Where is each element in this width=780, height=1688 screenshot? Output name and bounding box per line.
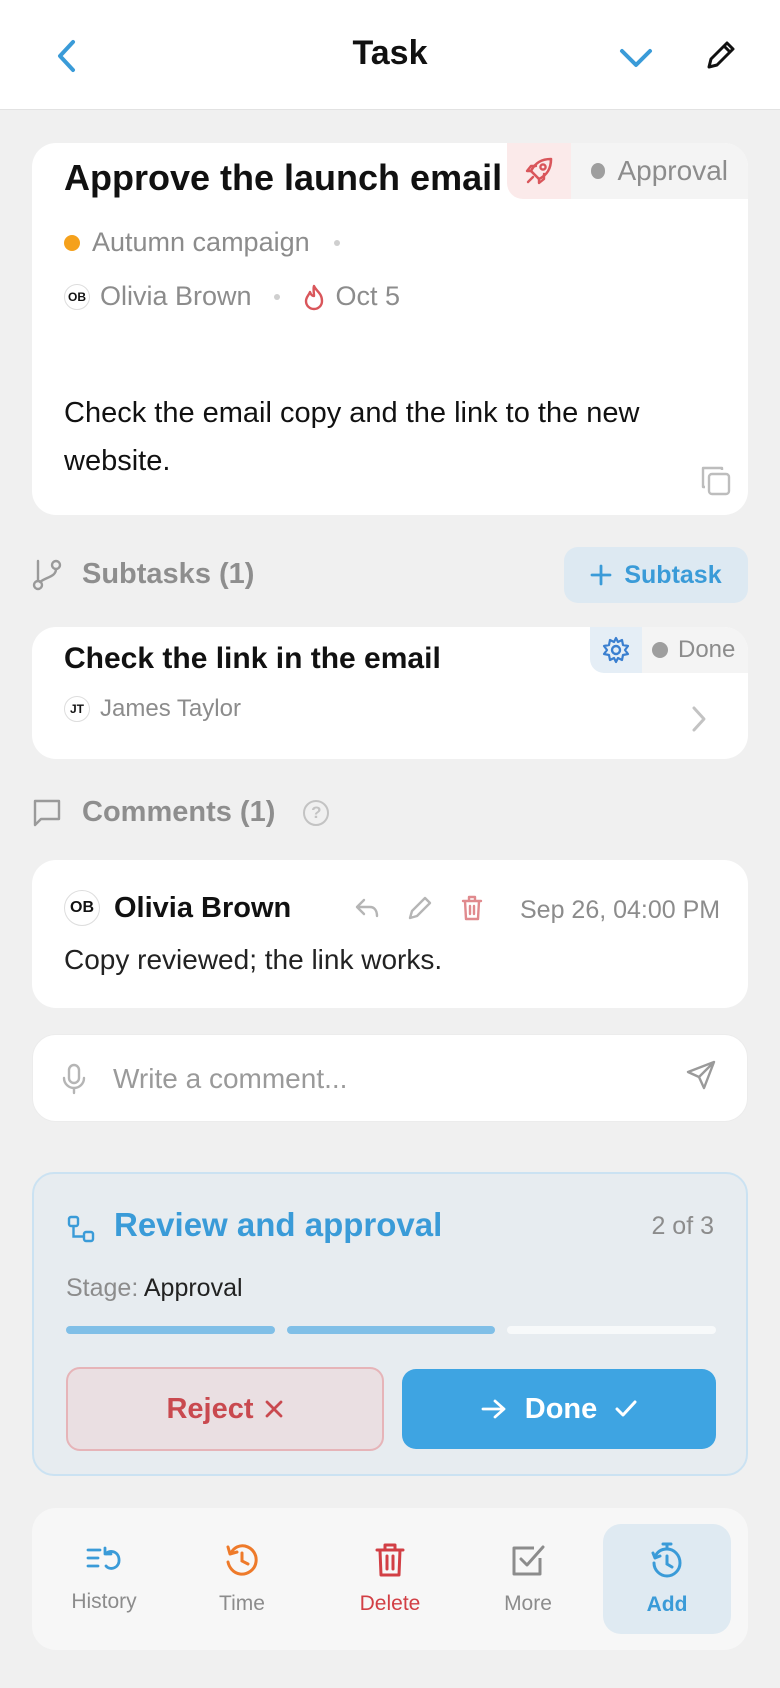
task-status-chip[interactable]: Approval bbox=[507, 143, 748, 199]
page-title: Task bbox=[352, 34, 428, 72]
stage-value: Approval bbox=[143, 1274, 243, 1302]
top-bar: Task bbox=[0, 0, 780, 110]
status-badge[interactable]: Done bbox=[642, 627, 748, 673]
toolbar-label: Add bbox=[646, 1593, 688, 1616]
add-subtask-label: Subtask bbox=[624, 560, 722, 589]
bottom-toolbar: History Time Delete More Add bbox=[32, 1508, 748, 1650]
chevron-right-icon bbox=[692, 706, 706, 732]
task-assignee-row: OB Olivia Brown Oct 5 bbox=[64, 281, 400, 312]
add-subtask-button[interactable]: Subtask bbox=[564, 547, 748, 603]
workflow-step bbox=[507, 1326, 717, 1334]
comment-input[interactable] bbox=[113, 1055, 673, 1103]
comments-heading: Comments (1) bbox=[82, 796, 276, 828]
history-list-icon bbox=[86, 1546, 121, 1570]
toolbar-time[interactable]: Time bbox=[178, 1524, 306, 1634]
rocket-icon bbox=[525, 157, 553, 185]
close-icon bbox=[265, 1400, 282, 1418]
project-name: Autumn campaign bbox=[92, 227, 310, 257]
subtask-card[interactable]: Check the link in the email JT James Tay… bbox=[32, 627, 748, 759]
stage-label: Stage: bbox=[66, 1274, 139, 1302]
comment-author-name: Olivia Brown bbox=[114, 891, 292, 924]
reject-label: Reject bbox=[166, 1392, 254, 1425]
check-icon bbox=[615, 1400, 637, 1417]
comment-composer bbox=[32, 1034, 748, 1122]
status-dot bbox=[591, 163, 606, 179]
comment-card: OB Olivia Brown Sep 26, 04:00 PM Copy re… bbox=[32, 860, 748, 1008]
comment-actions bbox=[354, 894, 484, 922]
status-dot bbox=[652, 642, 668, 658]
status-badge[interactable]: Approval bbox=[571, 143, 748, 199]
task-card: Approve the launch email Approval Autumn… bbox=[32, 143, 748, 515]
comments-header: Comments (1) ? bbox=[32, 796, 330, 829]
toolbar-add[interactable]: Add bbox=[603, 1524, 731, 1634]
toolbar-label: More bbox=[504, 1592, 552, 1615]
workflow-step-bar bbox=[66, 1326, 717, 1334]
comment-icon bbox=[33, 799, 61, 826]
workflow-step bbox=[286, 1326, 496, 1334]
toolbar-delete[interactable]: Delete bbox=[326, 1524, 454, 1634]
task-description: Check the email copy and the link to the… bbox=[64, 397, 640, 477]
avatar: OB bbox=[64, 283, 90, 310]
reply-icon[interactable] bbox=[354, 896, 380, 920]
comment-text: Copy reviewed; the link works. bbox=[64, 944, 443, 975]
separator-dot bbox=[333, 239, 340, 246]
workflow-title: Review and approval bbox=[114, 1206, 443, 1243]
subtasks-header: Subtasks (1) bbox=[32, 558, 254, 591]
checkbox-icon bbox=[512, 1545, 545, 1576]
workflow-step bbox=[66, 1326, 275, 1334]
trash-icon bbox=[375, 1543, 405, 1577]
collapse-button[interactable] bbox=[616, 38, 656, 78]
assignee-name[interactable]: Olivia Brown bbox=[100, 281, 252, 312]
avatar: JT bbox=[64, 696, 90, 722]
trash-icon[interactable] bbox=[460, 894, 484, 922]
workflow-icon bbox=[67, 1215, 95, 1243]
task-title: Approve the launch email bbox=[64, 157, 503, 198]
chevron-down-icon bbox=[620, 49, 652, 67]
plus-icon bbox=[590, 564, 612, 586]
help-icon[interactable]: ? bbox=[303, 799, 330, 826]
subtask-settings-button[interactable] bbox=[590, 627, 642, 673]
subtask-assignee: JT James Taylor bbox=[64, 695, 241, 723]
branch-icon bbox=[32, 559, 62, 590]
pencil-icon bbox=[707, 41, 735, 69]
toolbar-label: Delete bbox=[359, 1592, 421, 1615]
send-icon[interactable] bbox=[685, 1059, 717, 1091]
reject-button[interactable]: Reject bbox=[66, 1367, 384, 1451]
arrow-right-icon bbox=[481, 1399, 506, 1419]
task-project[interactable]: Autumn campaign bbox=[64, 227, 352, 258]
workflow-card: Review and approval 2 of 3 Stage: Approv… bbox=[32, 1172, 748, 1476]
subtask-status: Done bbox=[678, 636, 736, 663]
gear-icon bbox=[602, 636, 630, 664]
copy-icon[interactable] bbox=[700, 465, 732, 497]
clock-history-icon bbox=[226, 1544, 258, 1576]
comment-author: OB Olivia Brown bbox=[64, 890, 291, 926]
done-button[interactable]: Done bbox=[402, 1369, 716, 1449]
avatar: OB bbox=[64, 890, 100, 926]
microphone-icon[interactable] bbox=[61, 1063, 87, 1095]
pencil-icon[interactable] bbox=[406, 894, 434, 922]
toolbar-label: Time bbox=[219, 1592, 265, 1615]
edit-button[interactable] bbox=[700, 36, 740, 76]
toolbar-more[interactable]: More bbox=[464, 1524, 592, 1634]
subtask-assignee-name: James Taylor bbox=[100, 695, 241, 722]
subtasks-heading: Subtasks (1) bbox=[82, 558, 255, 590]
launch-button[interactable] bbox=[507, 143, 571, 199]
project-color-dot bbox=[64, 234, 80, 251]
subtask-title: Check the link in the email bbox=[64, 642, 441, 675]
due-date[interactable]: Oct 5 bbox=[336, 281, 401, 312]
workflow-stage: Stage: Approval bbox=[66, 1274, 243, 1303]
subtask-status-chip[interactable]: Done bbox=[590, 627, 748, 673]
flame-icon bbox=[304, 284, 323, 310]
toolbar-label: History bbox=[71, 1590, 137, 1613]
status-label: Approval bbox=[617, 155, 728, 186]
timer-add-icon bbox=[651, 1542, 682, 1578]
workflow-progress: 2 of 3 bbox=[651, 1212, 714, 1240]
done-label: Done bbox=[524, 1392, 598, 1425]
comment-timestamp: Sep 26, 04:00 PM bbox=[520, 896, 721, 924]
toolbar-history[interactable]: History bbox=[40, 1524, 168, 1634]
separator-dot bbox=[273, 293, 280, 300]
